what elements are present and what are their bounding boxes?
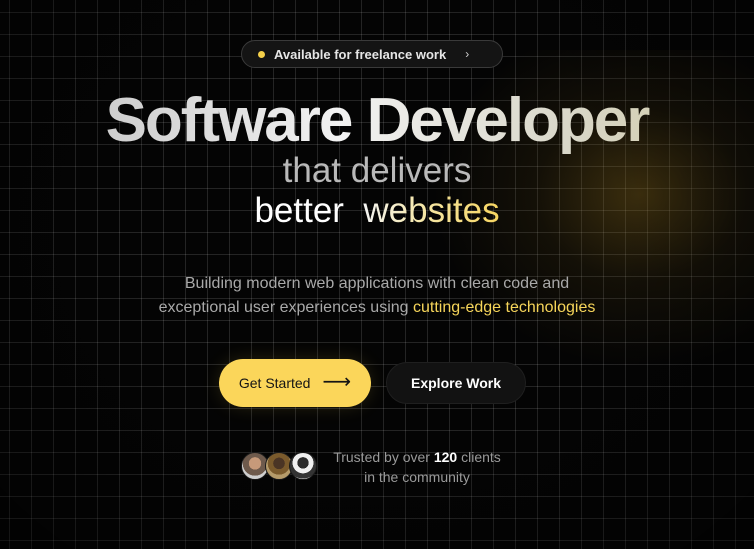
get-started-label: Get Started <box>238 375 311 391</box>
chevron-right-icon: › <box>465 47 470 61</box>
hero-word-better: better <box>254 191 344 230</box>
description-highlight: cutting-edge technologies <box>413 299 596 316</box>
hero-description: Building modern web applications with cl… <box>0 272 754 320</box>
availability-label: Available for freelance work <box>274 46 447 62</box>
client-avatars <box>241 452 323 482</box>
arrow-right-icon: ⟶ <box>322 371 352 393</box>
get-started-button[interactable]: Get Started ⟶ <box>219 359 371 407</box>
availability-badge[interactable]: Available for freelance work › <box>241 40 503 68</box>
trust-prefix: Trusted by over <box>333 449 430 465</box>
hero-subtitle-line-2: better websites <box>0 191 754 231</box>
trust-text: Trusted by over 120 clients in the commu… <box>322 447 512 487</box>
trust-line-2: in the community <box>364 469 470 485</box>
description-line-2: exceptional user experiences using cutti… <box>0 296 754 320</box>
status-dot-icon <box>258 50 265 58</box>
landing-page: Available for freelance work › Software … <box>0 0 754 549</box>
client-count: 120 <box>433 449 458 465</box>
description-line-2-text: exceptional user experiences using <box>158 299 413 316</box>
avatar <box>289 452 317 480</box>
trust-line-1: Trusted by over 120 clients <box>322 447 512 467</box>
description-line-1: Building modern web applications with cl… <box>184 275 570 292</box>
explore-work-label: Explore Work <box>411 375 501 391</box>
trust-suffix: clients <box>461 449 501 465</box>
explore-work-button[interactable]: Explore Work <box>386 362 526 404</box>
hero-subtitle-line-1: that delivers <box>282 151 472 190</box>
hero-title: Software Developer <box>0 88 754 154</box>
hero-word-websites: websites <box>363 191 500 230</box>
